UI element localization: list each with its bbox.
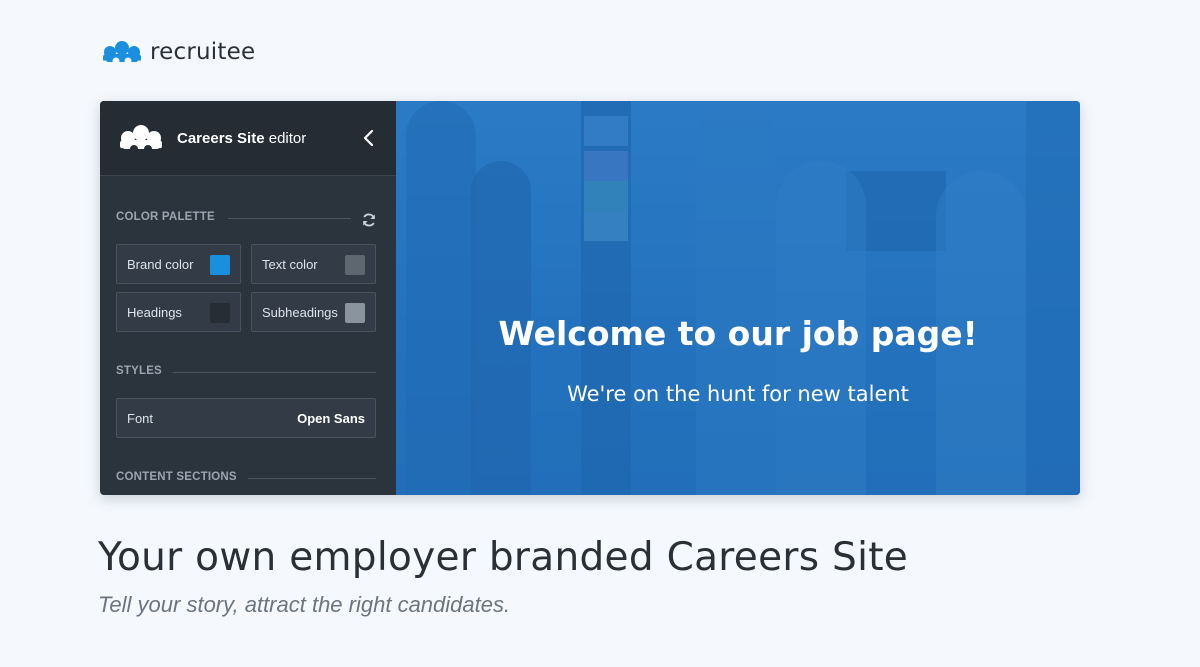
editor-title-bold: Careers Site [177, 129, 265, 147]
color-palette-label: COLOR PALETTE [116, 211, 215, 223]
chevron-left-icon [363, 129, 374, 147]
editor-title: Careers Site editor [177, 130, 306, 147]
brand-name: recruitee [150, 39, 256, 65]
headings-color-picker[interactable]: Headings [116, 292, 241, 332]
recruitee-people-logo-icon [102, 41, 142, 65]
subheadings-color-label: Subheadings [262, 304, 338, 320]
editor-header: Careers Site editor [100, 101, 396, 176]
font-selector[interactable]: Font Open Sans [116, 398, 376, 438]
section-divider [173, 372, 376, 373]
page-subheadline: Tell your story, attract the right candi… [98, 592, 511, 617]
page-headline: Your own employer branded Careers Site [98, 535, 909, 580]
content-sections-label: CONTENT SECTIONS [116, 471, 237, 483]
careers-site-editor-panel: Careers Site editor COLOR PALETTE Brand … [100, 101, 396, 495]
recruitee-logo[interactable]: recruitee [100, 38, 255, 66]
reset-palette-button[interactable] [361, 212, 377, 228]
subheadings-color-swatch[interactable] [345, 303, 365, 323]
recruitee-people-logo-icon [119, 125, 163, 153]
collapse-panel-button[interactable] [362, 127, 376, 149]
careers-site-preview: Careers Site editor COLOR PALETTE Brand … [100, 101, 1080, 495]
text-color-picker[interactable]: Text color [251, 244, 376, 284]
brand-color-label: Brand color [127, 256, 194, 272]
subheadings-color-picker[interactable]: Subheadings [251, 292, 376, 332]
brand-color-swatch[interactable] [210, 255, 230, 275]
section-divider [248, 478, 376, 479]
hero-subtitle: We're on the hunt for new talent [567, 382, 909, 406]
brand-color-picker[interactable]: Brand color [116, 244, 241, 284]
editor-title-light: editor [268, 129, 307, 147]
section-divider [228, 218, 351, 219]
text-color-label: Text color [262, 256, 318, 272]
headings-color-swatch[interactable] [210, 303, 230, 323]
text-color-swatch[interactable] [345, 255, 365, 275]
headings-color-label: Headings [127, 304, 182, 320]
hero-banner: Welcome to our job page! We're on the hu… [396, 101, 1080, 495]
styles-label: STYLES [116, 365, 162, 377]
refresh-icon [363, 213, 375, 227]
font-label: Font [127, 410, 154, 426]
hero-overlay [396, 101, 1080, 495]
hero-title: Welcome to our job page! [498, 314, 978, 353]
font-value: Open Sans [297, 410, 365, 426]
